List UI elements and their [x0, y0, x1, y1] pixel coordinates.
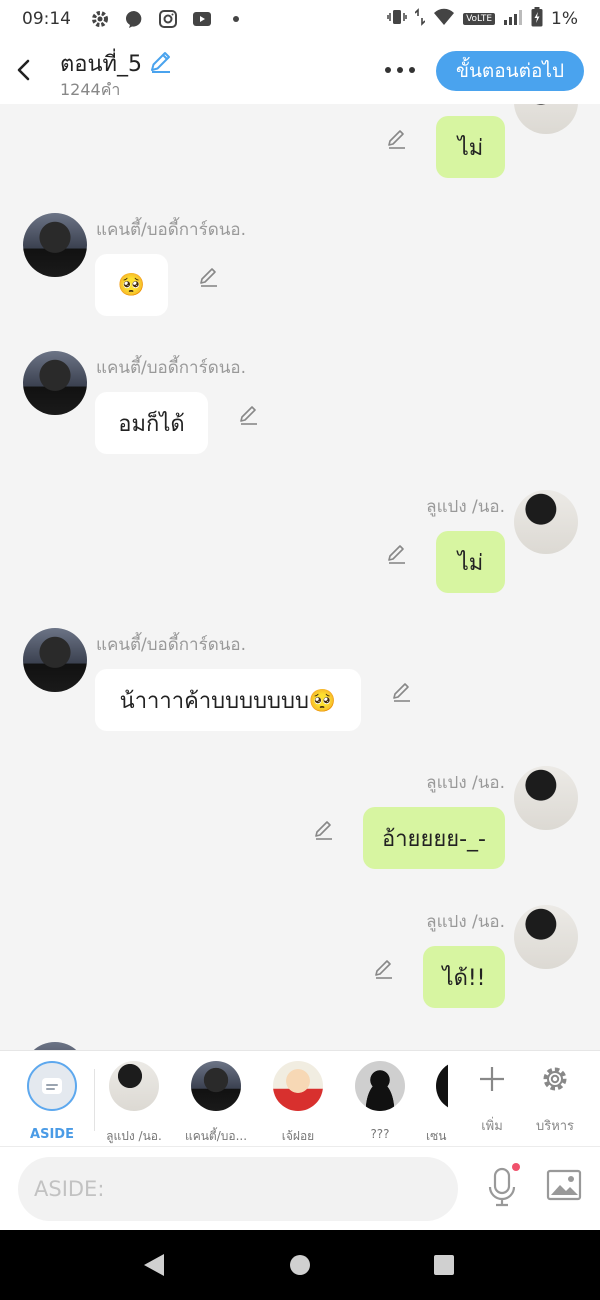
voice-input-button[interactable]: [484, 1165, 520, 1209]
manage-characters-button[interactable]: บริหาร: [527, 1063, 583, 1139]
recording-indicator-dot: [512, 1163, 520, 1171]
status-bar: 09:14 VoLTE 1%: [0, 0, 600, 38]
nav-recents-square-icon: [434, 1255, 454, 1275]
wifi-icon: [433, 8, 455, 31]
system-nav-bar: [0, 1230, 600, 1300]
episode-header: ตอนที่_5 1244คำ ขั้นตอนต่อไป: [0, 38, 600, 104]
nav-back-triangle-icon: [144, 1254, 164, 1276]
avatar[interactable]: [514, 766, 578, 830]
add-label: เพิ่ม: [481, 1119, 503, 1134]
chevron-left-icon: [17, 59, 30, 81]
nav-back-button[interactable]: [141, 1252, 167, 1278]
message-bubble[interactable]: ได้!!: [423, 946, 505, 1008]
next-step-button[interactable]: ขั้นตอนต่อไป: [436, 51, 584, 91]
message-bubble[interactable]: อ้ายยยย-_-: [363, 807, 505, 869]
sender-name: ลูแปง /นอ.: [426, 497, 505, 517]
sender-name: แคนตี้/บอดี้การ์ดนอ.: [96, 635, 247, 655]
vibrate-icon: [387, 8, 407, 31]
message-bubble[interactable]: น้าาาาค้าบบบบบบบ🥺: [95, 669, 361, 731]
edit-pencil-icon[interactable]: [389, 679, 415, 705]
back-button[interactable]: [10, 52, 38, 88]
message-bubble[interactable]: ไม่: [436, 116, 505, 178]
episode-title: ตอนที่_5: [60, 52, 143, 77]
nav-home-button[interactable]: [287, 1252, 313, 1278]
sender-name: แคนตี้/บอดี้การ์ดนอ.: [96, 358, 247, 378]
status-time: 09:14: [22, 9, 71, 29]
character-name: เซน: [426, 1129, 447, 1141]
image-icon: [546, 1169, 582, 1201]
gear-icon: [539, 1063, 571, 1095]
character-name: ลูแปง /นอ.: [106, 1129, 162, 1143]
character-name: ASIDE: [30, 1127, 74, 1142]
battery-percent: 1%: [551, 9, 578, 29]
edit-pencil-icon[interactable]: [384, 126, 410, 152]
avatar[interactable]: [23, 351, 87, 415]
character-name: เจ้ฝอย: [281, 1129, 315, 1143]
edit-pencil-icon[interactable]: [236, 402, 262, 428]
message-bubble[interactable]: ไม่: [436, 531, 505, 593]
avatar[interactable]: [514, 104, 578, 134]
add-character-button[interactable]: เพิ่ม: [464, 1063, 520, 1139]
character-jefoy[interactable]: เจ้ฝอย: [258, 1061, 338, 1143]
avatar: [273, 1061, 323, 1111]
nav-recents-button[interactable]: [431, 1252, 457, 1278]
chat-area[interactable]: ไม่ แคนตี้/บอดี้การ์ดนอ. 🥺 แคนตี้/บอดี้ก…: [0, 104, 600, 1050]
avatar: [436, 1061, 448, 1111]
nav-home-circle-icon: [290, 1255, 310, 1275]
message-input[interactable]: [18, 1157, 458, 1221]
battery-icon: [531, 6, 543, 32]
plus-icon: [476, 1063, 508, 1095]
messenger-icon: [123, 8, 145, 30]
notification-dot-icon: [225, 8, 247, 30]
edit-pencil-icon[interactable]: [311, 817, 337, 843]
microphone-icon: [488, 1167, 516, 1207]
more-options-button[interactable]: [380, 58, 420, 82]
sender-name: ลูแปง /นอ.: [426, 773, 505, 793]
insert-image-button[interactable]: [546, 1167, 582, 1203]
video-app-icon: [191, 8, 213, 30]
message-bubble[interactable]: 🥺: [95, 254, 168, 316]
avatar: [109, 1061, 159, 1111]
message-bubble[interactable]: อมก็ได้: [95, 392, 208, 454]
edit-pencil-icon[interactable]: [371, 956, 397, 982]
status-right-group: VoLTE 1%: [387, 6, 578, 32]
edit-title-icon[interactable]: [148, 48, 174, 74]
avatar[interactable]: [23, 628, 87, 692]
data-arrows-icon: [414, 7, 426, 31]
compose-bar: [0, 1146, 600, 1230]
word-count: 1244คำ: [60, 80, 121, 99]
more-dots-icon: [385, 67, 415, 73]
character-selector: ASIDE ลูแปง /นอ. แคนตี้/บอ... เจ้ฝอย ???…: [0, 1050, 600, 1146]
volte-badge: VoLTE: [463, 13, 496, 25]
signal-icon: [503, 9, 523, 30]
avatar[interactable]: [23, 1042, 87, 1050]
avatar[interactable]: [514, 490, 578, 554]
character-zen[interactable]: เซน: [398, 1061, 448, 1141]
character-name: แคนตี้/บอ...: [184, 1129, 248, 1143]
character-kanti[interactable]: แคนตี้/บอ...: [176, 1061, 256, 1143]
edit-pencil-icon[interactable]: [384, 541, 410, 567]
avatar[interactable]: [514, 905, 578, 969]
avatar: [191, 1061, 241, 1111]
character-aside[interactable]: ASIDE: [12, 1061, 92, 1142]
sender-name: แคนตี้/บอดี้การ์ดนอ.: [96, 220, 247, 240]
instagram-icon: [157, 8, 179, 30]
aside-icon: [27, 1061, 77, 1111]
manage-label: บริหาร: [535, 1119, 575, 1134]
character-lupang[interactable]: ลูแปง /นอ.: [94, 1061, 174, 1143]
settings-gear-icon: [89, 8, 111, 30]
edit-pencil-icon[interactable]: [196, 264, 222, 290]
sender-name: ลูแปง /นอ.: [426, 912, 505, 932]
avatar[interactable]: [23, 213, 87, 277]
